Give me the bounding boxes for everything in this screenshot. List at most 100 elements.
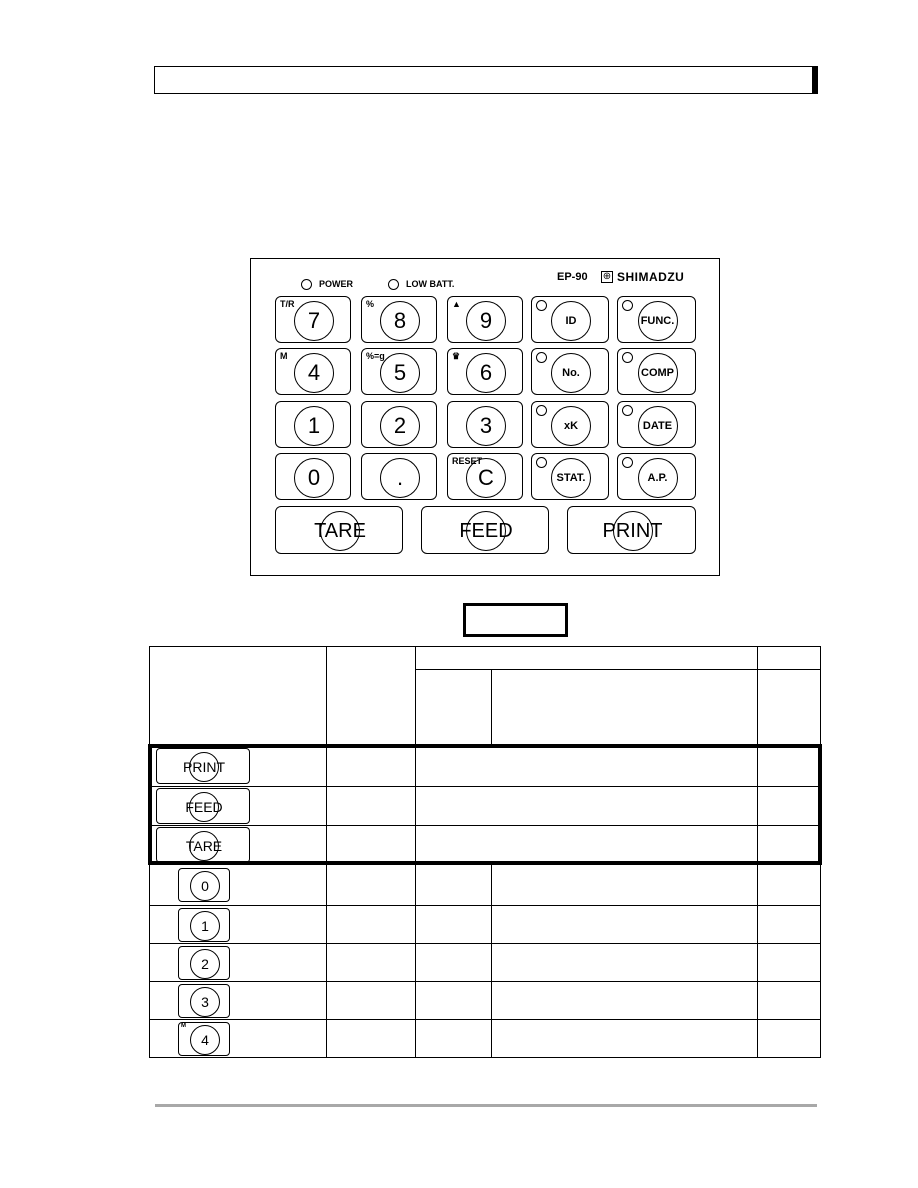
key-image: M4 bbox=[178, 1021, 230, 1056]
key-label: 9 bbox=[466, 300, 506, 341]
cell bbox=[414, 786, 759, 826]
key-sublabel: %=g bbox=[366, 351, 385, 361]
key-label: A.P. bbox=[637, 457, 678, 498]
cell bbox=[490, 905, 759, 944]
table-row: M4 bbox=[149, 1019, 821, 1058]
key-cell: 1 bbox=[149, 905, 327, 944]
footer-rule bbox=[155, 1104, 817, 1107]
key-label: 6 bbox=[466, 352, 506, 393]
key-15[interactable]: 0 bbox=[275, 453, 351, 500]
table-row: 1 bbox=[149, 905, 821, 944]
key-label: COMP bbox=[637, 352, 678, 393]
key-image: 0 bbox=[178, 868, 230, 902]
key-3[interactable]: ID bbox=[531, 296, 609, 343]
key-label: 5 bbox=[380, 352, 420, 393]
cell bbox=[757, 864, 821, 906]
table-row: FEED bbox=[149, 786, 821, 826]
caption-box bbox=[463, 603, 568, 637]
key-image: 2 bbox=[178, 945, 230, 980]
header-cell bbox=[414, 669, 492, 746]
key-cell: TARE bbox=[149, 825, 327, 865]
low-batt-label: LOW BATT. bbox=[406, 279, 455, 289]
key-image: TARE bbox=[156, 827, 250, 863]
cell bbox=[757, 1019, 821, 1058]
key-print[interactable]: PRINT bbox=[567, 506, 696, 554]
cell bbox=[757, 786, 821, 826]
key-label: 4 bbox=[294, 352, 334, 393]
key-cell: 2 bbox=[149, 943, 327, 982]
key-4[interactable]: FUNC. bbox=[617, 296, 696, 343]
key-11[interactable]: 2 bbox=[361, 401, 437, 448]
key-cell: M4 bbox=[149, 1019, 327, 1058]
cell bbox=[325, 905, 416, 944]
key-led-icon bbox=[622, 300, 633, 311]
key-cell: 3 bbox=[149, 981, 327, 1020]
key-led-icon bbox=[622, 352, 633, 363]
key-13[interactable]: xK bbox=[531, 401, 609, 448]
key-1[interactable]: % 8 bbox=[361, 296, 437, 343]
key-cell: PRINT bbox=[149, 745, 327, 787]
key-sublabel: T/R bbox=[280, 299, 295, 309]
key-label: 3 bbox=[190, 986, 220, 1017]
key-label: TARE bbox=[314, 511, 366, 551]
key-2[interactable]: ▲ 9 bbox=[447, 296, 523, 343]
key-feed[interactable]: FEED bbox=[421, 506, 549, 554]
key-5[interactable]: M4 bbox=[275, 348, 351, 395]
key-sublabel: M bbox=[280, 351, 288, 361]
key-17[interactable]: RESET C bbox=[447, 453, 523, 500]
section-header-box bbox=[154, 66, 814, 94]
key-label: FUNC. bbox=[637, 300, 678, 341]
cell bbox=[325, 981, 416, 1020]
key-sublabel: ▲ bbox=[452, 299, 461, 309]
brand-logo: SHIMADZU bbox=[617, 270, 685, 284]
cell bbox=[325, 943, 416, 982]
low-batt-led bbox=[388, 279, 399, 290]
key-label: TARE bbox=[186, 831, 222, 861]
cell bbox=[490, 1019, 759, 1058]
key-label: No. bbox=[551, 352, 591, 393]
key-led-icon bbox=[536, 457, 547, 468]
key-led-icon bbox=[622, 457, 633, 468]
key-sublabel: M bbox=[181, 1022, 186, 1029]
cell bbox=[325, 825, 416, 865]
header-cell bbox=[149, 646, 327, 746]
key-label: 2 bbox=[380, 405, 420, 446]
key-cell: FEED bbox=[149, 786, 327, 826]
key-label: PRINT bbox=[603, 511, 663, 551]
key-label: 0 bbox=[190, 871, 220, 901]
table-row: 2 bbox=[149, 943, 821, 982]
key-led-icon bbox=[536, 300, 547, 311]
key-10[interactable]: 1 bbox=[275, 401, 351, 448]
cell bbox=[414, 905, 492, 944]
key-led-icon bbox=[622, 405, 633, 416]
key-16[interactable]: . bbox=[361, 453, 437, 500]
model-label: EP-90 bbox=[557, 271, 588, 283]
key-0[interactable]: T/R 7 bbox=[275, 296, 351, 343]
key-7[interactable]: ♛ 6 bbox=[447, 348, 523, 395]
cell bbox=[414, 943, 492, 982]
cell bbox=[414, 864, 492, 906]
key-6[interactable]: %=g 5 bbox=[361, 348, 437, 395]
power-led bbox=[301, 279, 312, 290]
key-tare[interactable]: TARE bbox=[275, 506, 403, 554]
key-18[interactable]: STAT. bbox=[531, 453, 609, 500]
key-label: 2 bbox=[190, 948, 220, 979]
key-14[interactable]: DATE bbox=[617, 401, 696, 448]
header-cell bbox=[757, 669, 821, 746]
cell bbox=[325, 745, 416, 787]
key-8[interactable]: No. bbox=[531, 348, 609, 395]
table-row: TARE bbox=[149, 825, 821, 865]
key-label: 1 bbox=[190, 910, 220, 941]
shimadzu-logo-icon: ⊕ bbox=[601, 271, 613, 283]
key-label: 8 bbox=[380, 300, 420, 341]
key-label: STAT. bbox=[551, 457, 591, 498]
key-9[interactable]: COMP bbox=[617, 348, 696, 395]
key-12[interactable]: 3 bbox=[447, 401, 523, 448]
key-label: 1 bbox=[294, 405, 334, 446]
key-19[interactable]: A.P. bbox=[617, 453, 696, 500]
key-image: 3 bbox=[178, 983, 230, 1018]
header-cell bbox=[757, 646, 821, 670]
table-row: 0 bbox=[149, 864, 821, 906]
cell bbox=[325, 786, 416, 826]
cell bbox=[414, 981, 492, 1020]
